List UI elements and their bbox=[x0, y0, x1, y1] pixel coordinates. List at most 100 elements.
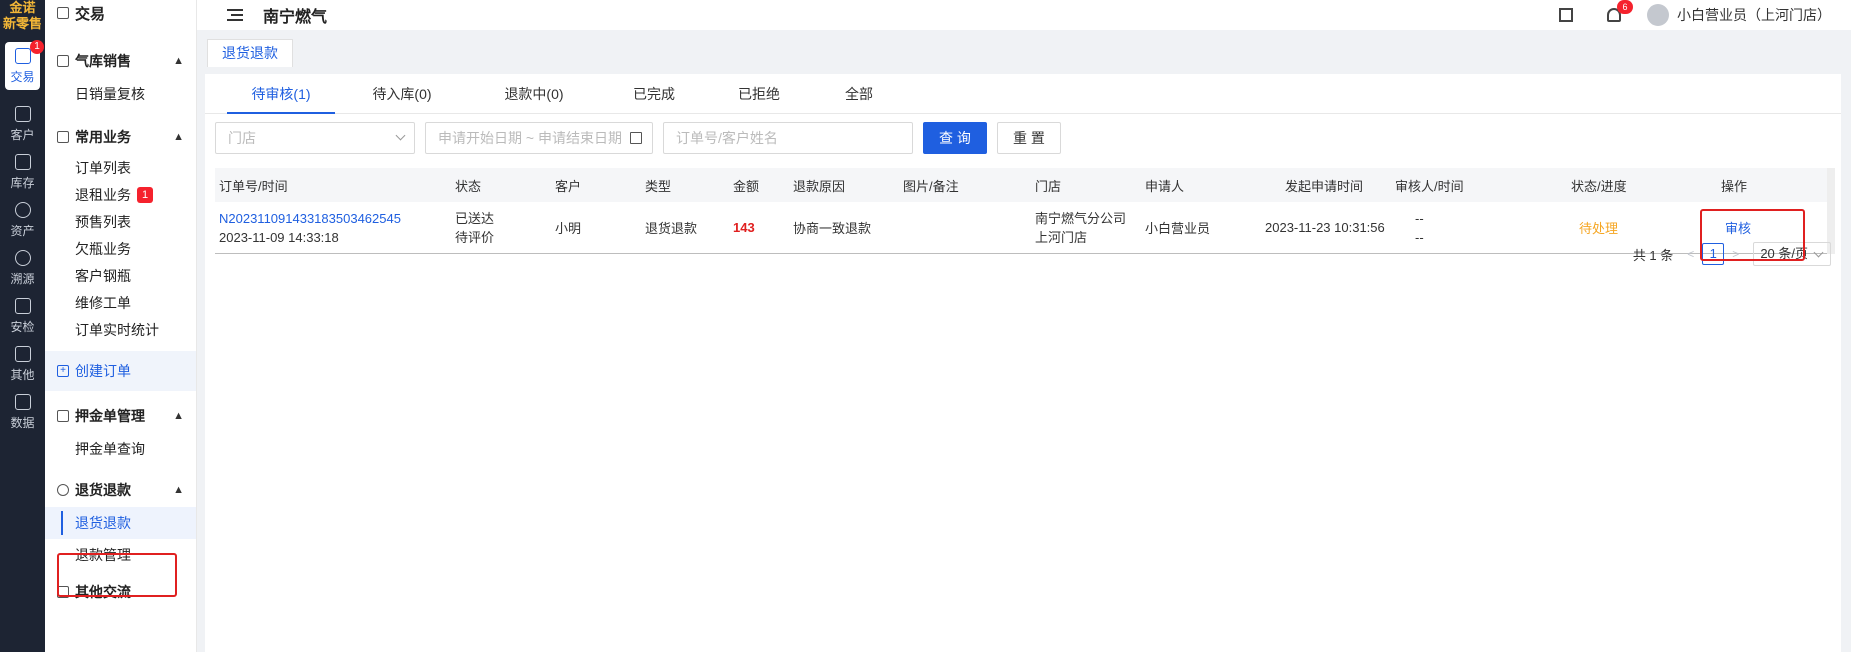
create-order-label: 创建订单 bbox=[75, 363, 131, 379]
sidebar-item-deposit-query[interactable]: 押金单查询 bbox=[45, 433, 196, 465]
chevron-left-icon[interactable]: < bbox=[1687, 247, 1694, 261]
section-title: 常用业务 bbox=[75, 129, 131, 145]
cell-apply-time: 2023-11-23 10:31:56 bbox=[1265, 220, 1385, 235]
bulb-icon bbox=[14, 201, 31, 218]
search-placeholder: 订单号/客户姓名 bbox=[676, 130, 778, 146]
sidebar-item-label: 押金单查询 bbox=[75, 441, 145, 457]
page-tab-return-refund[interactable]: 退货退款 bbox=[207, 39, 293, 67]
section-deposit[interactable]: 押金单管理 ▲ bbox=[45, 399, 196, 433]
chevron-up-icon: ▲ bbox=[173, 131, 184, 143]
sidebar-item-customer-cylinder[interactable]: 客户钢瓶 bbox=[45, 262, 196, 289]
shield-icon bbox=[14, 297, 31, 314]
rail-label: 库存 bbox=[10, 175, 35, 190]
rail-label: 溯源 bbox=[10, 271, 35, 286]
sidebar-item-owed-bottle[interactable]: 欠瓶业务 bbox=[45, 235, 196, 262]
rail-item-data[interactable]: 数据 bbox=[0, 384, 45, 440]
sidebar-item-label: 退租业务 bbox=[75, 186, 131, 203]
query-button[interactable]: 查 询 bbox=[923, 122, 987, 154]
review-button[interactable]: 审核 bbox=[1717, 218, 1797, 237]
notification-badge: 6 bbox=[1617, 0, 1633, 14]
sidebar-item-realtime-stats[interactable]: 订单实时统计 bbox=[45, 316, 196, 343]
sidebar-item-rent-return[interactable]: 退租业务 1 bbox=[45, 181, 196, 208]
sidebar-item-label: 日销量复核 bbox=[75, 86, 145, 102]
tab-completed[interactable]: 已完成 bbox=[601, 74, 707, 114]
sidebar-item-orders[interactable]: 订单列表 bbox=[45, 154, 196, 181]
chevron-down-icon bbox=[395, 130, 406, 141]
sidebar-item-refund-manage[interactable]: 退款管理 bbox=[45, 539, 196, 571]
rail-label: 数据 bbox=[10, 415, 35, 430]
cell-amount: 143 bbox=[733, 220, 755, 235]
cell-status: 已送达 待评价 bbox=[451, 209, 551, 247]
sidebar-item-label: 订单实时统计 bbox=[75, 321, 159, 338]
bag-icon bbox=[57, 7, 69, 19]
col-customer: 客户 bbox=[555, 178, 582, 194]
col-action: 操作 bbox=[1721, 178, 1748, 194]
user-name[interactable]: 小白营业员（上河门店） bbox=[1677, 5, 1831, 25]
col-reason: 退款原因 bbox=[793, 178, 846, 194]
sidebar: 交易 气库销售 ▲ 日销量复核 常用业务 ▲ 订单列表 退租业务 1 预售列表 欠瓶业… bbox=[45, 0, 197, 652]
create-order-button[interactable]: + 创建订单 bbox=[45, 351, 196, 391]
qrcode-icon[interactable] bbox=[1559, 8, 1573, 22]
menu-toggle-icon[interactable] bbox=[227, 9, 243, 21]
pagination: 共 1 条 < 1 > 20 条/页 bbox=[1633, 242, 1831, 266]
cell-customer: 小明 bbox=[555, 221, 582, 236]
avatar[interactable] bbox=[1647, 4, 1669, 26]
sidebar-title-text: 交易 bbox=[75, 5, 106, 23]
col-order: 订单号/时间 bbox=[219, 178, 288, 194]
date-range-picker[interactable]: 申请开始日期 ~ 申请结束日期 bbox=[425, 122, 653, 154]
sidebar-item-label: 客户钢瓶 bbox=[75, 267, 131, 284]
store-placeholder: 门店 bbox=[228, 130, 256, 146]
bell-icon[interactable]: 6 bbox=[1607, 0, 1633, 22]
col-amount: 金额 bbox=[733, 178, 760, 194]
store-line: 南宁燃气分公司 bbox=[1035, 210, 1127, 226]
sidebar-item-daily-review[interactable]: 日销量复核 bbox=[45, 78, 196, 110]
sidebar-item-repair[interactable]: 维修工单 bbox=[45, 289, 196, 316]
tab-refunding[interactable]: 退款中(0) bbox=[467, 74, 601, 114]
date-placeholder: 申请开始日期 ~ 申请结束日期 bbox=[438, 130, 622, 146]
page-size-select[interactable]: 20 条/页 bbox=[1753, 242, 1831, 266]
store-line: 上河门店 bbox=[1035, 229, 1088, 245]
col-apply-time: 发起申请时间 bbox=[1285, 178, 1364, 194]
tab-rejected[interactable]: 已拒绝 bbox=[707, 74, 811, 114]
cell-applicant: 小白营业员 bbox=[1145, 221, 1211, 236]
company-title: 南宁燃气 bbox=[263, 9, 328, 26]
sidebar-title: 交易 bbox=[45, 0, 196, 26]
rail-label: 其他 bbox=[10, 367, 35, 382]
section-common[interactable]: 常用业务 ▲ bbox=[45, 120, 196, 154]
logo-text: 金诺 bbox=[9, 0, 36, 15]
reset-button[interactable]: 重 置 bbox=[997, 122, 1061, 154]
cell-reviewer: -- -- bbox=[1391, 209, 1567, 247]
sidebar-item-return-refund[interactable]: 退货退款 bbox=[45, 507, 196, 539]
chevron-right-icon[interactable]: > bbox=[1732, 247, 1739, 261]
undo-icon bbox=[57, 484, 69, 496]
tab-pending-review[interactable]: 待审核(1) bbox=[227, 74, 335, 114]
col-applicant: 申请人 bbox=[1145, 178, 1185, 194]
rail-label: 安检 bbox=[10, 319, 35, 334]
tab-pending-stock[interactable]: 待入库(0) bbox=[337, 74, 467, 114]
chevron-up-icon: ▲ bbox=[173, 410, 184, 422]
compass-icon bbox=[14, 249, 31, 266]
cell-progress: 待处理 bbox=[1579, 221, 1619, 236]
status-line: 已送达 bbox=[455, 210, 495, 226]
list-icon bbox=[14, 153, 31, 170]
refund-table: 订单号/时间 状态 客户 类型 金额 退款原因 图片/备注 门店 申请人 发起申… bbox=[215, 168, 1835, 254]
app-logo: 金诺 新零售 bbox=[0, 0, 45, 36]
section-gas-sales[interactable]: 气库销售 ▲ bbox=[45, 44, 196, 78]
copy-icon bbox=[57, 55, 69, 67]
reviewer-line: -- bbox=[1415, 210, 1424, 226]
tab-all[interactable]: 全部 bbox=[811, 74, 907, 114]
search-input[interactable]: 订单号/客户姓名 bbox=[663, 122, 913, 154]
col-store: 门店 bbox=[1035, 178, 1062, 194]
sidebar-item-presale[interactable]: 预售列表 bbox=[45, 208, 196, 235]
col-remark: 图片/备注 bbox=[903, 178, 959, 194]
section-refund[interactable]: 退货退款 ▲ bbox=[45, 473, 196, 507]
filter-bar: 门店 申请开始日期 ~ 申请结束日期 订单号/客户姓名 查 询 重 置 bbox=[215, 122, 1071, 154]
sidebar-item-label: 欠瓶业务 bbox=[75, 240, 131, 257]
pager-page[interactable]: 1 bbox=[1702, 243, 1725, 265]
chart-icon bbox=[14, 393, 31, 410]
section-other[interactable]: 其他交流 bbox=[45, 575, 196, 609]
header-actions: 6 小白营业员（上河门店） bbox=[1559, 0, 1831, 30]
rail-item-trade[interactable]: 交易 1 bbox=[5, 40, 44, 90]
store-select[interactable]: 门店 bbox=[215, 122, 415, 154]
order-number-link[interactable]: N202311091433183503462545 bbox=[219, 209, 451, 228]
